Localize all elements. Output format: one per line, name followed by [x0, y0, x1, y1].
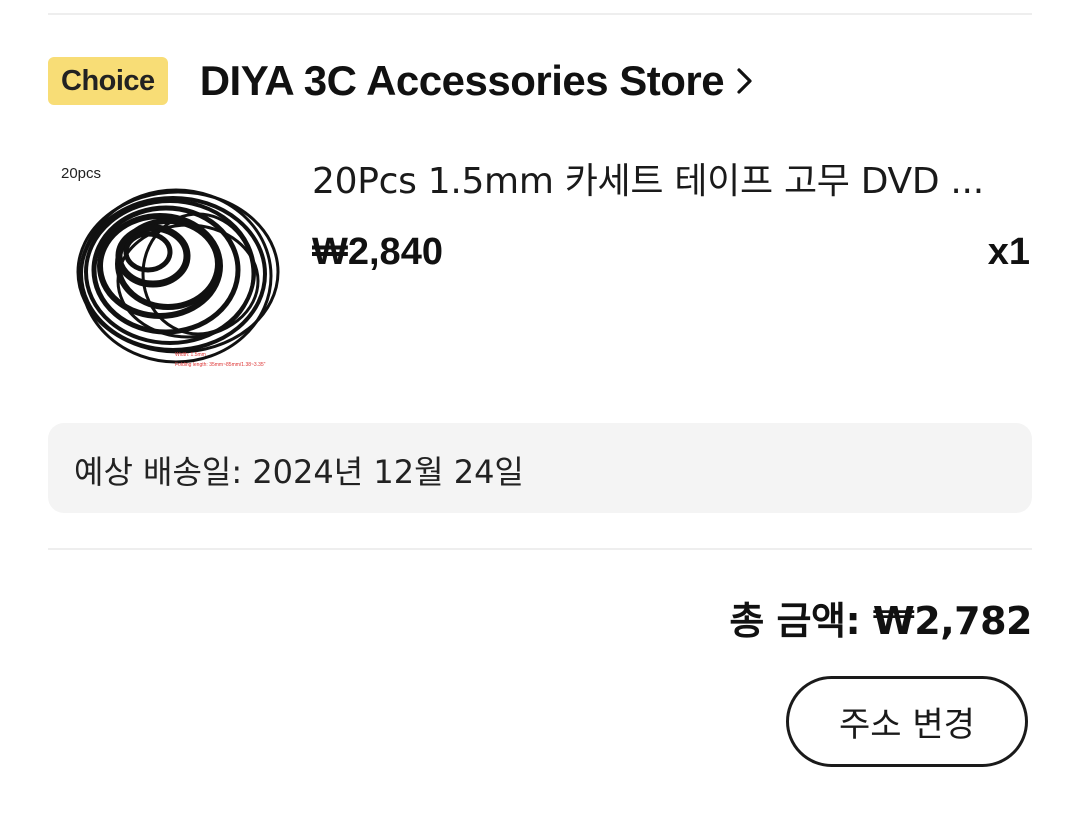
product-price: ₩2,840: [312, 231, 443, 273]
delivery-estimate-box: 예상 배송일: 2024년 12월 24일: [48, 423, 1032, 513]
product-title[interactable]: 20Pcs 1.5mm 카세트 테이프 고무 DVD ...: [312, 152, 1012, 204]
image-caption-length: Folding length: 35mm~85mm/1.38~3.35": [175, 362, 266, 368]
delivery-estimate-text: 예상 배송일: 2024년 12월 24일: [74, 453, 524, 491]
product-image[interactable]: 20pcs Width: 1.5mm Folding length: 35mm~…: [48, 146, 290, 388]
product-quantity: x1: [987, 231, 1030, 273]
chevron-right-icon[interactable]: [734, 66, 756, 96]
store-header[interactable]: Choice DIYA 3C Accessories Store: [48, 52, 756, 110]
store-name[interactable]: DIYA 3C Accessories Store: [200, 57, 725, 105]
total-amount: 총 금액: ₩2,782: [729, 599, 1032, 643]
middle-divider: [48, 548, 1032, 550]
image-pack-label: 20pcs: [61, 165, 101, 182]
choice-badge: Choice: [48, 57, 168, 105]
change-address-button[interactable]: 주소 변경: [786, 676, 1028, 767]
image-caption-width: Width: 1.5mm: [175, 352, 206, 358]
top-divider: [48, 13, 1032, 15]
rubber-belts-image: 20pcs Width: 1.5mm Folding length: 35mm~…: [61, 165, 280, 368]
order-page: Choice DIYA 3C Accessories Store 20pcs W…: [0, 0, 1080, 815]
